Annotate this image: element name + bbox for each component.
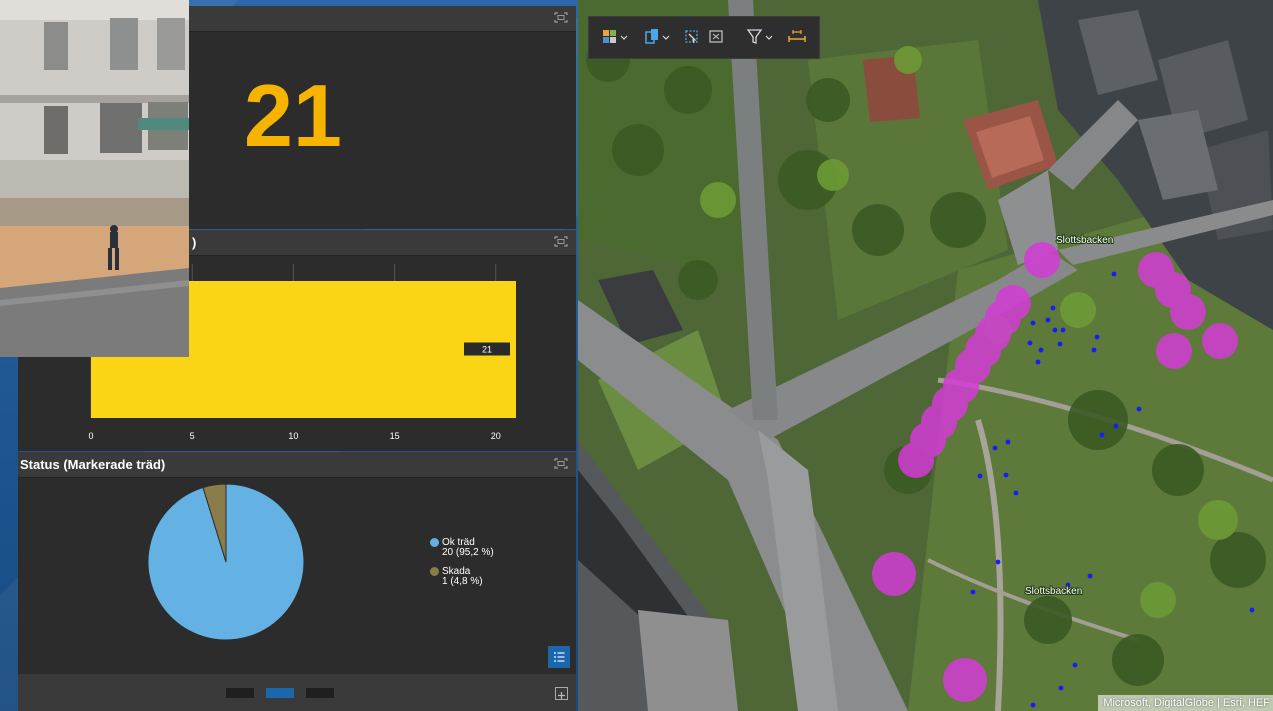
street-photo <box>0 0 189 357</box>
zoom-extent-icon[interactable] <box>707 27 725 47</box>
legend-toggle-button[interactable] <box>548 646 570 668</box>
x-tick-label: 15 <box>390 431 400 441</box>
maximize-icon[interactable] <box>554 12 568 23</box>
legend-value: 1 (4,8 %) <box>442 576 483 587</box>
panel-title: Status (Markerade träd) <box>20 457 166 472</box>
x-tick-label: 0 <box>88 431 93 441</box>
x-tick-label: 10 <box>288 431 298 441</box>
basemap-gallery-icon[interactable] <box>601 27 629 47</box>
page-tab-2[interactable] <box>266 688 294 698</box>
data-label: 21 <box>482 345 492 355</box>
legend-value: 20 (95,2 %) <box>442 547 494 558</box>
x-tick-label: 20 <box>491 431 501 441</box>
select-icon[interactable] <box>682 27 702 47</box>
measure-icon[interactable] <box>787 27 807 47</box>
pie-chart <box>147 483 305 641</box>
dashboard-footer <box>18 674 576 711</box>
legend-item-ok[interactable]: Ok träd 20 (95,2 %) <box>430 538 494 558</box>
indicator-value: 21 <box>244 66 342 165</box>
panel-title: ) <box>192 235 197 250</box>
filter-icon[interactable] <box>745 27 775 47</box>
map-label-slottsbacken: Slottsbacken <box>1056 235 1113 246</box>
panel-header: Status (Markerade träd) <box>18 452 576 478</box>
layer-list-icon[interactable] <box>644 27 672 47</box>
legend-swatch <box>430 538 439 547</box>
pie-chart-panel: Status (Markerade träd) Ok träd 20 (95,2… <box>18 452 576 674</box>
list-icon <box>554 652 565 662</box>
aerial-imagery: Slottsbacken Slottsbacken <box>578 0 1273 711</box>
legend-swatch <box>430 567 439 576</box>
map-label-slottsbacken: Slottsbacken <box>1025 586 1082 597</box>
map-view[interactable]: Slottsbacken Slottsbacken Microsoft, Dig… <box>578 0 1273 711</box>
maximize-icon[interactable] <box>554 236 568 247</box>
maximize-icon[interactable] <box>554 458 568 469</box>
page-tab-3[interactable] <box>306 688 334 698</box>
plus-icon <box>558 692 565 699</box>
map-toolbar <box>588 16 820 59</box>
x-tick-label: 5 <box>190 431 195 441</box>
legend-item-skada[interactable]: Skada 1 (4,8 %) <box>430 567 483 587</box>
map-attribution: Microsoft, DigitalGlobe | Esri, HEF <box>1098 695 1273 711</box>
page-tab-1[interactable] <box>226 688 254 698</box>
add-page-button[interactable] <box>555 687 568 700</box>
